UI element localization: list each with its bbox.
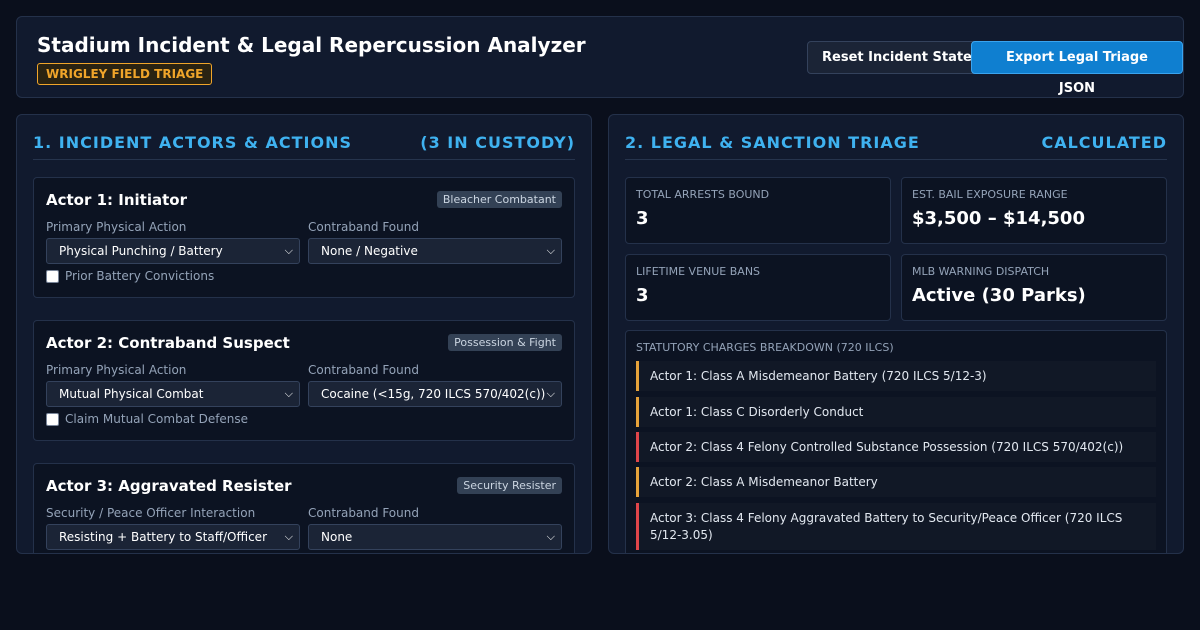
stat-value: 3 xyxy=(636,208,649,229)
charge-item: Actor 1: Class C Disorderly Conduct xyxy=(636,397,1156,427)
stat-value: Active (30 Parks) xyxy=(912,285,1086,306)
checkbox-label: Prior Battery Convictions xyxy=(65,269,215,283)
stat-label: LIFETIME VENUE BANS xyxy=(636,265,761,278)
actor-card-1: Actor 1: Initiator Bleacher Combatant Pr… xyxy=(33,177,575,298)
reset-incident-button[interactable]: Reset Incident State xyxy=(807,41,987,74)
actor-tag: Possession & Fight xyxy=(448,334,562,351)
stat-value: 3 xyxy=(636,285,649,306)
custody-count: (3 IN CUSTODY) xyxy=(420,133,575,152)
export-json-button[interactable]: Export Legal Triage JSON xyxy=(971,41,1183,96)
action-select[interactable]: Physical Punching / Battery ⌵ xyxy=(46,238,300,264)
chevron-down-icon: ⌵ xyxy=(284,387,293,400)
stat-card-mlb-warning: MLB WARNING DISPATCH Active (30 Parks) xyxy=(901,254,1167,321)
contraband-select[interactable]: None / Negative ⌵ xyxy=(308,238,562,264)
checkbox-box[interactable] xyxy=(46,412,59,426)
legal-triage-panel: 2. LEGAL & SANCTION TRIAGE CALCULATED TO… xyxy=(608,114,1184,554)
actors-panel-header: 1. INCIDENT ACTORS & ACTIONS (3 IN CUSTO… xyxy=(33,133,575,160)
stat-label: EST. BAIL EXPOSURE RANGE xyxy=(912,188,1068,201)
contraband-select[interactable]: Cocaine (<15g, 720 ILCS 570/402(c)) ⌵ xyxy=(308,381,562,407)
checkbox-label: Claim Mutual Combat Defense xyxy=(65,412,249,426)
stat-card-bans: LIFETIME VENUE BANS 3 xyxy=(625,254,891,321)
incident-actors-panel: 1. INCIDENT ACTORS & ACTIONS (3 IN CUSTO… xyxy=(16,114,592,554)
charge-item: Actor 2: Class 4 Felony Controlled Subst… xyxy=(636,432,1156,462)
actor-card-2: Actor 2: Contraband Suspect Possession &… xyxy=(33,320,575,441)
contraband-label: Contraband Found xyxy=(308,363,419,377)
contraband-select-value: Cocaine (<15g, 720 ILCS 570/402(c)) xyxy=(321,387,546,401)
actor-card-3: Actor 3: Aggravated Resister Security Re… xyxy=(33,463,575,553)
interaction-label: Security / Peace Officer Interaction xyxy=(46,506,256,520)
charge-item: Actor 3: Class 4 Felony Aggravated Batte… xyxy=(636,503,1156,550)
interaction-select[interactable]: Resisting + Battery to Staff/Officer ⌵ xyxy=(46,524,300,550)
app-header: Stadium Incident & Legal Repercussion An… xyxy=(16,16,1184,98)
venue-badge: WRIGLEY FIELD TRIAGE xyxy=(37,63,213,85)
chevron-down-icon: ⌵ xyxy=(546,530,555,543)
actors-panel-title: 1. INCIDENT ACTORS & ACTIONS xyxy=(33,133,352,152)
chevron-down-icon: ⌵ xyxy=(546,387,555,400)
stat-label: MLB WARNING DISPATCH xyxy=(912,265,1050,278)
action-select-value: Physical Punching / Battery xyxy=(59,244,223,258)
stat-card-bail: EST. BAIL EXPOSURE RANGE $3,500 – $14,50… xyxy=(901,177,1167,244)
charge-item: Actor 1: Class A Misdemeanor Battery (72… xyxy=(636,361,1156,391)
prior-convictions-checkbox[interactable]: Prior Battery Convictions xyxy=(46,269,214,283)
interaction-select-value: Resisting + Battery to Staff/Officer xyxy=(59,530,268,544)
chevron-down-icon: ⌵ xyxy=(284,244,293,257)
action-label: Primary Physical Action xyxy=(46,220,187,234)
triage-panel-header: 2. LEGAL & SANCTION TRIAGE CALCULATED xyxy=(625,133,1167,160)
action-select-value: Mutual Physical Combat xyxy=(59,387,204,401)
page-title: Stadium Incident & Legal Repercussion An… xyxy=(37,33,586,57)
actor-tag: Bleacher Combatant xyxy=(436,191,562,208)
stat-card-arrests: TOTAL ARRESTS BOUND 3 xyxy=(625,177,891,244)
contraband-select-value: None xyxy=(321,530,353,544)
stat-label: TOTAL ARRESTS BOUND xyxy=(636,188,770,201)
actor-name: Actor 1: Initiator xyxy=(46,191,187,209)
stat-value: $3,500 – $14,500 xyxy=(912,208,1085,229)
charges-title: STATUTORY CHARGES BREAKDOWN (720 ILCS) xyxy=(636,341,894,354)
actor-tag: Security Resister xyxy=(457,477,562,494)
contraband-label: Contraband Found xyxy=(308,220,419,234)
charges-breakdown: STATUTORY CHARGES BREAKDOWN (720 ILCS) A… xyxy=(625,330,1167,553)
triage-panel-title: 2. LEGAL & SANCTION TRIAGE xyxy=(625,133,920,152)
contraband-label: Contraband Found xyxy=(308,506,419,520)
mutual-combat-checkbox[interactable]: Claim Mutual Combat Defense xyxy=(46,412,248,426)
actor-name: Actor 3: Aggravated Resister xyxy=(46,477,292,495)
contraband-select-value: None / Negative xyxy=(321,244,418,258)
charge-item: Actor 2: Class A Misdemeanor Battery xyxy=(636,467,1156,497)
chevron-down-icon: ⌵ xyxy=(284,530,293,543)
calculation-status: CALCULATED xyxy=(1041,133,1167,152)
action-label: Primary Physical Action xyxy=(46,363,187,377)
checkbox-box[interactable] xyxy=(46,269,59,283)
contraband-select[interactable]: None ⌵ xyxy=(308,524,562,550)
action-select[interactable]: Mutual Physical Combat ⌵ xyxy=(46,381,300,407)
chevron-down-icon: ⌵ xyxy=(546,244,555,257)
actor-name: Actor 2: Contraband Suspect xyxy=(46,334,290,352)
